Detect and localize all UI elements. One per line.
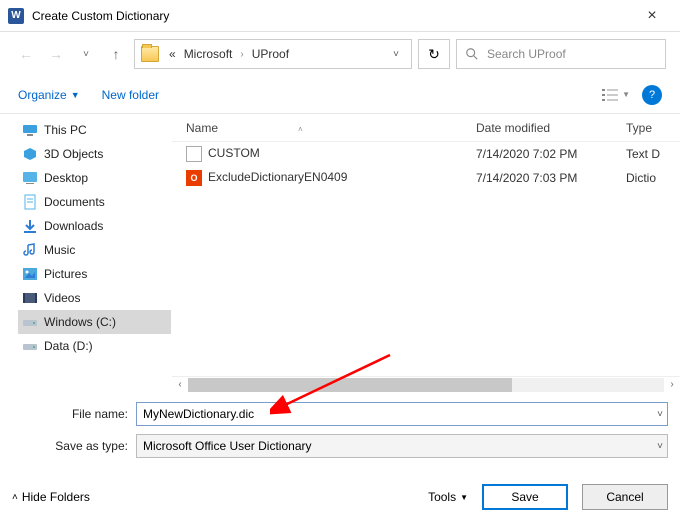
file-type: Dictio: [612, 171, 672, 185]
sort-indicator-icon: ˄: [298, 125, 303, 134]
file-type: Text D: [612, 147, 672, 161]
tree-item-windows-c-[interactable]: Windows (C:): [18, 310, 171, 334]
col-type[interactable]: Type: [612, 121, 672, 135]
file-name: CUSTOM: [208, 146, 260, 160]
filename-input[interactable]: MyNewDictionary.dic ˅: [136, 402, 668, 426]
scroll-track[interactable]: [188, 378, 664, 392]
file-date: 7/14/2020 7:02 PM: [462, 147, 612, 161]
close-button[interactable]: ×: [632, 7, 672, 25]
filename-row: File name: MyNewDictionary.dic ˅: [12, 402, 668, 426]
saveastype-label: Save as type:: [12, 439, 136, 453]
music-icon: [22, 242, 38, 258]
file-name: ExcludeDictionaryEN0409: [208, 170, 347, 184]
chevron-down-icon[interactable]: ˅: [657, 441, 663, 452]
breadcrumb-uproof[interactable]: UProof: [248, 47, 293, 61]
tree-item-this-pc[interactable]: This PC: [18, 118, 171, 142]
back-button[interactable]: ←: [14, 42, 38, 66]
search-placeholder: Search UProof: [487, 47, 566, 61]
search-input[interactable]: Search UProof: [456, 39, 666, 69]
nav-bar: ← → ˅ ↑ « Microsoft › UProof ˅ ↻ Search …: [0, 32, 680, 76]
scroll-thumb[interactable]: [188, 378, 512, 392]
breadcrumb-microsoft[interactable]: Microsoft: [180, 47, 237, 61]
tree-item-videos[interactable]: Videos: [18, 286, 171, 310]
organize-menu[interactable]: Organize ▼: [18, 88, 80, 102]
text-file-icon: [186, 146, 202, 162]
chevron-down-icon: ▼: [71, 90, 80, 100]
new-folder-button[interactable]: New folder: [102, 88, 159, 102]
toolbar: Organize ▼ New folder ▼ ?: [0, 76, 680, 114]
footer: ˄ Hide Folders Tools ▼ Save Cancel: [0, 466, 680, 510]
file-date: 7/14/2020 7:03 PM: [462, 171, 612, 185]
column-headers: Name˄ Date modified Type: [172, 114, 680, 142]
tools-menu[interactable]: Tools ▼: [428, 490, 468, 504]
tree-item-data-d-[interactable]: Data (D:): [18, 334, 171, 358]
list-view-icon: [602, 88, 618, 102]
file-list-area: Name˄ Date modified Type CUSTOM 7/14/2020…: [172, 114, 680, 392]
breadcrumb-prefix: «: [165, 47, 180, 61]
window-title: Create Custom Dictionary: [32, 9, 632, 23]
saveastype-row: Save as type: Microsoft Office User Dict…: [12, 434, 668, 458]
desktop-icon: [22, 170, 38, 186]
3d-icon: [22, 146, 38, 162]
main-panel: This PC3D ObjectsDesktopDocumentsDownloa…: [0, 114, 680, 392]
folder-icon: [141, 46, 159, 62]
tree-item-music[interactable]: Music: [18, 238, 171, 262]
tree-item-desktop[interactable]: Desktop: [18, 166, 171, 190]
pic-icon: [22, 266, 38, 282]
col-date[interactable]: Date modified: [462, 121, 612, 135]
hide-folders-button[interactable]: ˄ Hide Folders: [12, 490, 90, 504]
chevron-right-icon: ›: [236, 49, 247, 60]
pc-icon: [22, 122, 38, 138]
bottom-fields: File name: MyNewDictionary.dic ˅ Save as…: [0, 392, 680, 458]
address-dropdown[interactable]: ˅: [387, 49, 405, 60]
titlebar: W Create Custom Dictionary ×: [0, 0, 680, 32]
address-bar[interactable]: « Microsoft › UProof ˅: [134, 39, 412, 69]
col-name[interactable]: Name˄: [172, 121, 462, 135]
tree-item-pictures[interactable]: Pictures: [18, 262, 171, 286]
chevron-down-icon: ▼: [460, 493, 468, 502]
doc-icon: [22, 194, 38, 210]
office-file-icon: O: [186, 170, 202, 186]
nav-tree[interactable]: This PC3D ObjectsDesktopDocumentsDownloa…: [0, 114, 172, 392]
vid-icon: [22, 290, 38, 306]
help-button[interactable]: ?: [642, 85, 662, 105]
save-button[interactable]: Save: [482, 484, 568, 510]
saveastype-select[interactable]: Microsoft Office User Dictionary ˅: [136, 434, 668, 458]
down-icon: [22, 218, 38, 234]
view-mode-button[interactable]: ▼: [602, 88, 630, 102]
scroll-left-icon[interactable]: ‹: [172, 379, 188, 390]
cancel-button[interactable]: Cancel: [582, 484, 668, 510]
chevron-down-icon: ▼: [622, 90, 630, 99]
chevron-down-icon[interactable]: ˅: [657, 409, 663, 420]
drive-icon: [22, 314, 38, 330]
file-row[interactable]: CUSTOM 7/14/2020 7:02 PMText D: [172, 142, 680, 166]
search-icon: [465, 47, 479, 61]
up-button[interactable]: ↑: [104, 42, 128, 66]
horizontal-scrollbar[interactable]: ‹ ›: [172, 376, 680, 392]
tree-item-3d-objects[interactable]: 3D Objects: [18, 142, 171, 166]
drive-icon: [22, 338, 38, 354]
file-row[interactable]: O ExcludeDictionaryEN0409 7/14/2020 7:03 P…: [172, 166, 680, 190]
chevron-up-icon: ˄: [12, 492, 18, 503]
file-list[interactable]: CUSTOM 7/14/2020 7:02 PMText D O ExcludeDic…: [172, 142, 680, 376]
tree-item-downloads[interactable]: Downloads: [18, 214, 171, 238]
filename-label: File name:: [12, 407, 136, 421]
word-app-icon: W: [8, 8, 24, 24]
recent-dropdown[interactable]: ˅: [74, 42, 98, 66]
tree-item-documents[interactable]: Documents: [18, 190, 171, 214]
forward-button[interactable]: →: [44, 42, 68, 66]
scroll-right-icon[interactable]: ›: [664, 379, 680, 390]
refresh-button[interactable]: ↻: [418, 39, 450, 69]
